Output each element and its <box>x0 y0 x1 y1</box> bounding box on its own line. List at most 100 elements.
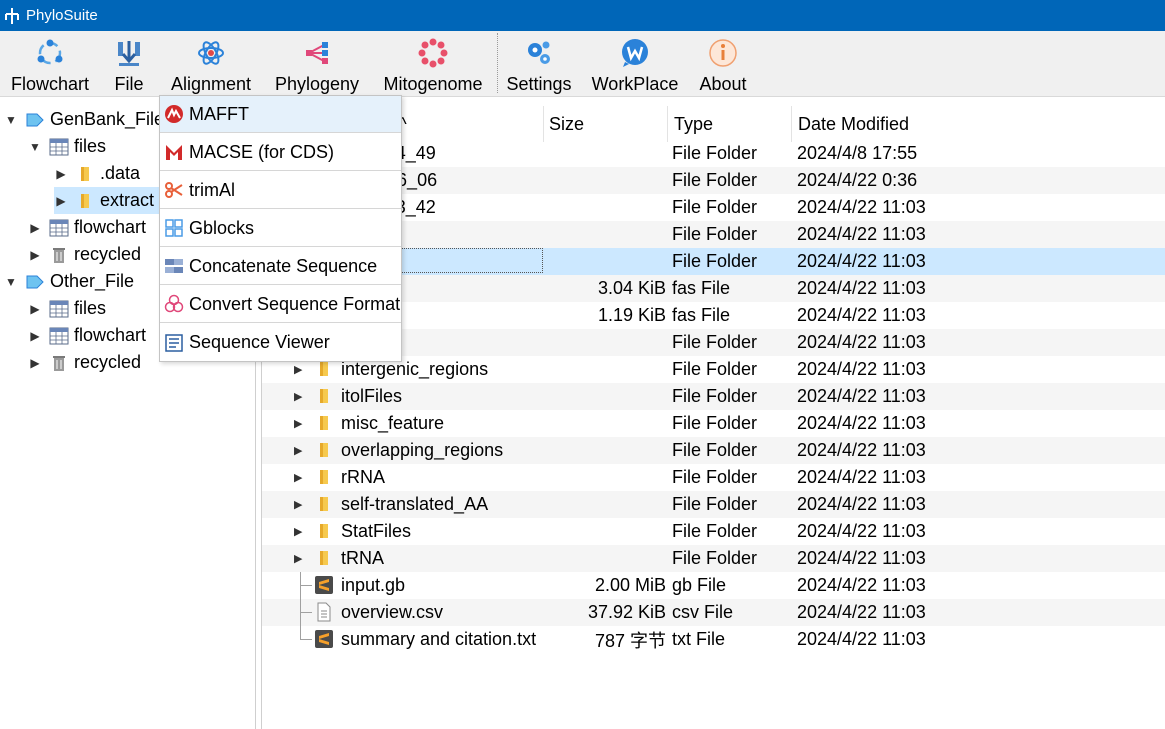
expand-arrow-icon[interactable]: ▶ <box>294 552 306 565</box>
table-icon <box>48 299 70 319</box>
alignment-menu: MAFFT MACSE (for CDS) trimAl Gblocks Con… <box>159 95 402 362</box>
cell-size: 1.19 KiB <box>597 305 666 325</box>
cell-name: rRNA <box>341 467 385 487</box>
cell-type: fas File <box>672 305 731 325</box>
expand-arrow-icon[interactable]: ▶ <box>294 444 306 457</box>
expand-arrow-icon[interactable]: ▶ <box>28 302 42 316</box>
mitogenome-ring-icon <box>416 36 450 70</box>
flowchart-button[interactable]: Flowchart <box>8 31 92 97</box>
cell-size: 2.00 MiB <box>594 575 666 595</box>
table-row[interactable]: ▶ rRNA File Folder 2024/4/22 11:03 <box>262 464 1165 491</box>
menu-item-label: MAFFT <box>189 103 249 124</box>
table-row[interactable]: ▶ StatFiles File Folder 2024/4/22 11:03 <box>262 518 1165 545</box>
expand-arrow-icon[interactable]: ▶ <box>294 498 306 511</box>
cell-name: overlapping_regions <box>341 440 504 460</box>
cell-size: 787 字节 <box>594 630 666 651</box>
trash-icon <box>48 353 70 373</box>
column-header-size[interactable]: Size <box>544 106 668 142</box>
folder-icon <box>314 548 334 568</box>
alignment-button-label: Alignment <box>170 74 252 94</box>
expand-arrow-icon[interactable]: ▶ <box>294 390 306 403</box>
collapse-arrow-icon[interactable]: ▼ <box>4 275 18 289</box>
cell-size <box>544 437 666 464</box>
cell-size <box>544 194 666 221</box>
menu-item-sequence-viewer[interactable]: Sequence Viewer <box>160 324 401 361</box>
menu-item-macse[interactable]: MACSE (for CDS) <box>160 134 401 171</box>
expand-arrow-icon[interactable]: ▶ <box>294 417 306 430</box>
table-row[interactable]: ▶ self-translated_AA File Folder 2024/4/22 … <box>262 491 1165 518</box>
menu-item-gblocks[interactable]: Gblocks <box>160 210 401 247</box>
menu-item-label: Concatenate Sequence <box>189 255 378 276</box>
cell-type: File Folder <box>672 197 758 217</box>
column-header-date-modified[interactable]: Date Modified <box>792 106 1165 142</box>
tree-item-label: flowchart <box>74 325 147 345</box>
table-row[interactable]: ▶ overlapping_regions File Folder 2024/4/22… <box>262 437 1165 464</box>
cell-size <box>544 410 666 437</box>
tree-connector-line <box>300 572 301 639</box>
cell-size: 3.04 KiB <box>597 278 666 298</box>
menu-item-mafft[interactable]: MAFFT <box>160 96 401 133</box>
expand-arrow-icon[interactable]: ▶ <box>54 194 68 208</box>
cell-type: csv File <box>672 602 734 622</box>
cell-date: 2024/4/22 11:03 <box>797 386 926 406</box>
about-button[interactable]: About <box>695 31 751 97</box>
cell-type: File Folder <box>672 170 758 190</box>
table-row[interactable]: ▶ itolFiles File Folder 2024/4/22 11:03 <box>262 383 1165 410</box>
cell-size <box>544 140 666 167</box>
flowchart-button-label: Flowchart <box>10 74 90 94</box>
collapse-arrow-icon[interactable]: ▼ <box>4 113 18 127</box>
settings-button[interactable]: Settings <box>504 31 574 97</box>
cell-name: self-translated_AA <box>341 494 489 514</box>
phylogeny-button-label: Phylogeny <box>274 74 360 94</box>
expand-arrow-icon[interactable]: ▶ <box>28 221 42 235</box>
expand-arrow-icon[interactable]: ▶ <box>294 525 306 538</box>
file-button[interactable]: File <box>108 31 150 97</box>
cell-name: itolFiles <box>341 386 403 406</box>
collapse-arrow-icon[interactable]: ▼ <box>28 140 42 154</box>
tree-item-flowchart[interactable]: ▶ flowchart <box>28 214 146 241</box>
table-row[interactable]: overview.csv 37.92 KiB csv File 2024/4/22 1… <box>262 599 1165 626</box>
table-icon <box>48 137 70 157</box>
expand-arrow-icon[interactable]: ▶ <box>28 356 42 370</box>
expand-arrow-icon[interactable]: ▶ <box>28 248 42 262</box>
tree-connector-line <box>300 585 312 586</box>
tree-item-label: extract <box>100 190 155 210</box>
expand-arrow-icon[interactable]: ▶ <box>54 167 68 181</box>
expand-arrow-icon[interactable]: ▶ <box>294 363 306 376</box>
cell-type: File Folder <box>672 413 758 433</box>
table-row[interactable]: input.gb 2.00 MiB gb File 2024/4/22 11:03 <box>262 572 1165 599</box>
tree-item-data[interactable]: ▶ .data <box>54 160 140 187</box>
mitogenome-button[interactable]: Mitogenome <box>378 31 488 97</box>
menu-item-concatenate-sequence[interactable]: Concatenate Sequence <box>160 248 401 285</box>
cell-size <box>544 221 666 248</box>
workplace-button[interactable]: WorkPlace <box>590 31 680 97</box>
tree-item-recycled[interactable]: ▶ recycled <box>28 241 141 268</box>
workplace-icon <box>618 36 652 70</box>
column-header-type[interactable]: Type <box>668 106 792 142</box>
expand-arrow-icon[interactable]: ▶ <box>28 329 42 343</box>
folder-icon <box>314 521 334 541</box>
convert-icon <box>163 293 185 315</box>
cell-size <box>544 491 666 518</box>
concatenate-icon <box>163 255 185 277</box>
cell-name: StatFiles <box>341 521 412 541</box>
alignment-button[interactable]: Alignment <box>166 31 256 97</box>
cell-type: File Folder <box>672 548 758 568</box>
title-bar: PhyloSuite <box>0 0 1165 31</box>
table-row[interactable]: ▶ misc_feature File Folder 2024/4/22 11:03 <box>262 410 1165 437</box>
cell-date: 2024/4/22 11:03 <box>797 359 926 379</box>
tree-item-files[interactable]: ▼ files <box>28 133 106 160</box>
tree-item-other-file[interactable]: ▼ Other_File <box>4 268 134 295</box>
menu-item-trimal[interactable]: trimAl <box>160 172 401 209</box>
tree-item-files[interactable]: ▶ files <box>28 295 106 322</box>
cell-date: 2024/4/22 11:03 <box>797 521 926 541</box>
menu-item-convert-sequence-format[interactable]: Convert Sequence Format <box>160 286 401 323</box>
cell-type: File Folder <box>672 440 758 460</box>
tree-item-recycled[interactable]: ▶ recycled <box>28 349 141 376</box>
table-row[interactable]: ▶ tRNA File Folder 2024/4/22 11:03 <box>262 545 1165 572</box>
phylogeny-button[interactable]: Phylogeny <box>272 31 362 97</box>
tree-item-flowchart[interactable]: ▶ flowchart <box>28 322 146 349</box>
tree-item-genbank-file[interactable]: ▼ GenBank_File <box>4 106 164 133</box>
table-row[interactable]: summary and citation.txt 787 字节 txt File 20… <box>262 626 1165 653</box>
expand-arrow-icon[interactable]: ▶ <box>294 471 306 484</box>
